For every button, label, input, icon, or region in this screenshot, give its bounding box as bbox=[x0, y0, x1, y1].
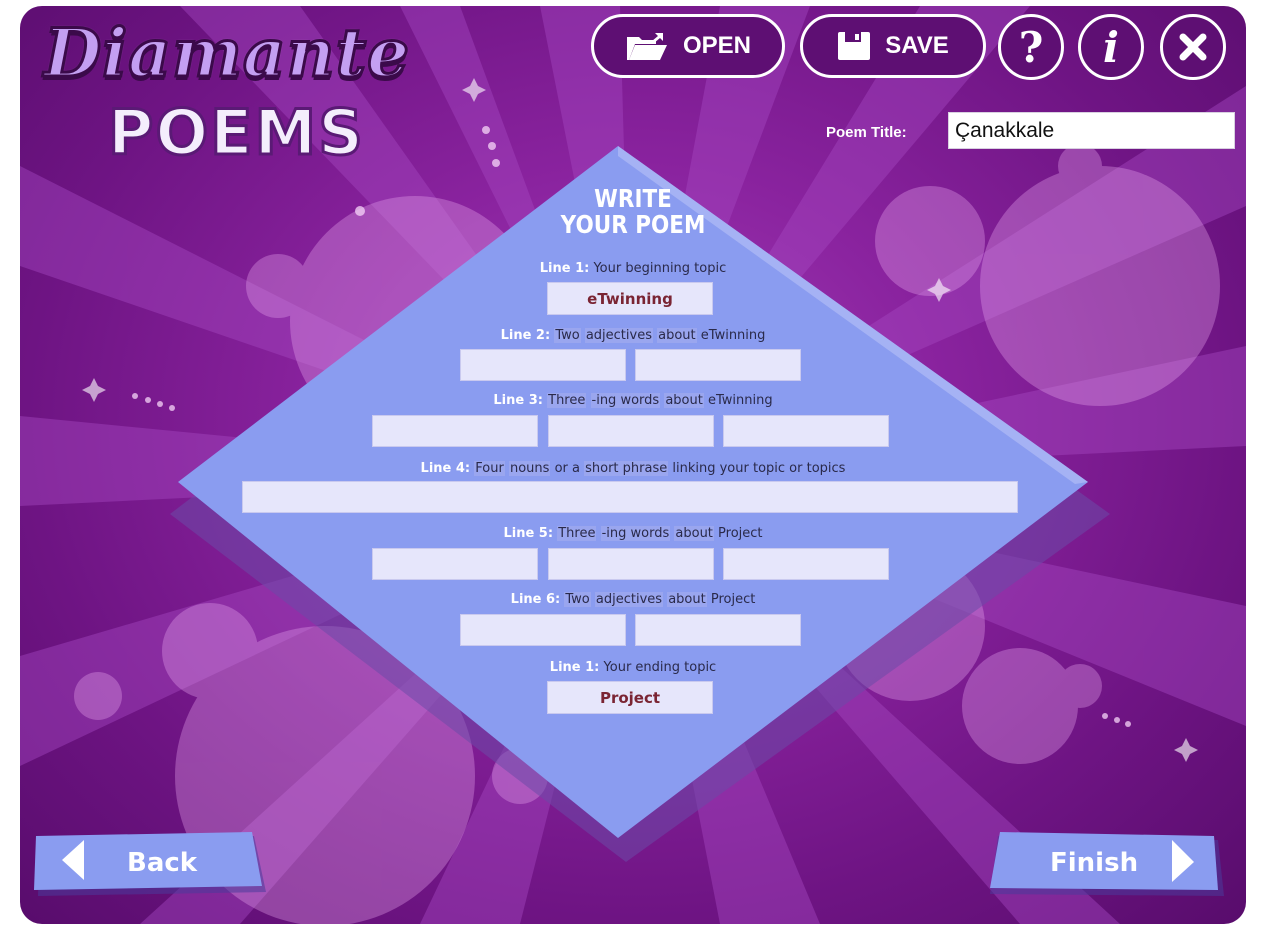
line4-word: short phrase bbox=[584, 461, 669, 476]
line5-word: Three bbox=[557, 526, 597, 541]
logo-title: Diamante bbox=[42, 13, 411, 94]
line2-label: Line 2: Two adjectives about eTwinning bbox=[20, 328, 1246, 343]
help-icon: ? bbox=[1018, 22, 1044, 72]
app-window: Diamante POEMS OPEN SAVE ? i Poem Title:… bbox=[20, 6, 1246, 924]
line1-label: Line 1: Your beginning topic bbox=[20, 261, 1246, 276]
line3-word: -ing words bbox=[590, 393, 661, 408]
floppy-disk-icon bbox=[838, 32, 871, 60]
logo-subtitle: POEMS bbox=[107, 95, 365, 171]
line4-label: Line 4: Four nouns or a short phrase lin… bbox=[20, 461, 1246, 476]
line3-word: about bbox=[664, 393, 704, 408]
line6-word: about bbox=[667, 592, 707, 607]
open-button[interactable]: OPEN bbox=[591, 14, 785, 78]
line5-word: -ing words bbox=[600, 526, 671, 541]
open-label: OPEN bbox=[682, 32, 751, 59]
line5-number: Line 5: bbox=[503, 526, 554, 541]
line3-input-3[interactable] bbox=[723, 415, 889, 447]
line2-number: Line 2: bbox=[500, 328, 551, 343]
line1-topic-input[interactable]: eTwinning bbox=[547, 282, 713, 315]
poem-title-label: Poem Title: bbox=[826, 124, 907, 141]
line6-word: adjectives bbox=[594, 592, 664, 607]
line6-input-2[interactable] bbox=[635, 614, 801, 646]
finish-button[interactable]: Finish bbox=[988, 832, 1224, 896]
line7-number: Line 1: bbox=[549, 660, 600, 675]
folder-icon bbox=[626, 33, 667, 60]
form-heading-line1: WRITE bbox=[594, 184, 672, 213]
back-button[interactable]: Back bbox=[32, 832, 268, 896]
close-button[interactable] bbox=[1160, 14, 1226, 80]
line6-topic: Project bbox=[710, 592, 756, 607]
line6-label: Line 6: Two adjectives about Project bbox=[20, 592, 1246, 607]
line2-word: adjectives bbox=[584, 328, 653, 343]
app-logo: Diamante POEMS bbox=[34, 13, 434, 174]
save-button[interactable]: SAVE bbox=[800, 14, 986, 78]
line2-word: about bbox=[657, 328, 697, 343]
line4-text: linking your topic or topics bbox=[672, 461, 846, 476]
line3-word: Three bbox=[547, 393, 587, 408]
line6-word: Two bbox=[564, 592, 591, 607]
line1-text: Your beginning topic bbox=[593, 261, 727, 276]
line3-topic: eTwinning bbox=[707, 393, 773, 408]
finish-label: Finish bbox=[1050, 848, 1139, 878]
line2-input-2[interactable] bbox=[635, 349, 801, 381]
back-label: Back bbox=[127, 848, 198, 878]
line5-label: Line 5: Three -ing words about Project bbox=[20, 526, 1246, 541]
line6-input-1[interactable] bbox=[460, 614, 626, 646]
line5-topic: Project bbox=[718, 526, 763, 541]
line5-word: about bbox=[674, 526, 714, 541]
form-heading-line2: YOUR POEM bbox=[560, 210, 706, 239]
line2-word: Two bbox=[554, 328, 581, 343]
line4-input[interactable] bbox=[242, 481, 1018, 513]
form-heading: WRITE YOUR POEM bbox=[106, 186, 1160, 238]
line6-number: Line 6: bbox=[510, 592, 561, 607]
line2-input-1[interactable] bbox=[460, 349, 626, 381]
line4-number: Line 4: bbox=[420, 461, 471, 476]
line5-input-1[interactable] bbox=[372, 548, 538, 580]
line3-input-1[interactable] bbox=[372, 415, 538, 447]
line4-word: or a bbox=[554, 461, 580, 476]
line5-input-2[interactable] bbox=[548, 548, 714, 580]
line7-label: Line 1: Your ending topic bbox=[20, 660, 1246, 675]
line5-input-3[interactable] bbox=[723, 548, 889, 580]
save-label: SAVE bbox=[885, 32, 949, 59]
line3-input-2[interactable] bbox=[548, 415, 714, 447]
info-button[interactable]: i bbox=[1078, 14, 1144, 80]
line2-topic: eTwinning bbox=[700, 328, 766, 343]
line3-number: Line 3: bbox=[493, 393, 543, 408]
line3-label: Line 3: Three -ing words about eTwinning bbox=[20, 393, 1246, 408]
line1-number: Line 1: bbox=[539, 261, 590, 276]
poem-title-input[interactable] bbox=[948, 112, 1235, 149]
line7-topic-input[interactable]: Project bbox=[547, 681, 713, 714]
line4-word: nouns bbox=[508, 461, 551, 476]
line7-text: Your ending topic bbox=[603, 660, 717, 675]
line4-word: Four bbox=[474, 461, 505, 476]
info-icon: i bbox=[1103, 22, 1119, 72]
help-button[interactable]: ? bbox=[998, 14, 1064, 80]
close-icon bbox=[1179, 33, 1207, 61]
